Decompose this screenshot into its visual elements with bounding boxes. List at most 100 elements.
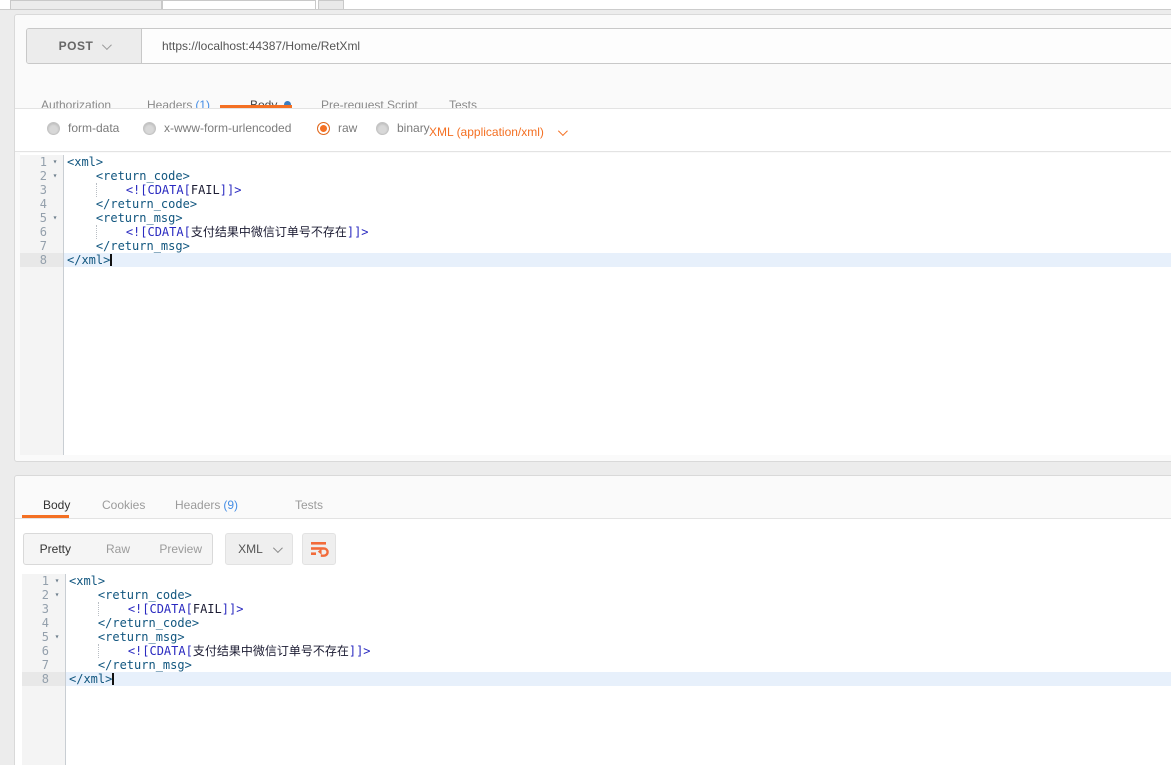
code-text[interactable]: <![CDATA[支付结果中微信订单号不存在]]> <box>66 644 1171 658</box>
gutter-cell: 7 <box>22 658 66 672</box>
line-number: 5 <box>22 630 49 644</box>
code-text[interactable]: <return_code> <box>66 588 1171 602</box>
new-tab-button[interactable] <box>318 0 344 9</box>
response-tab-body[interactable]: Body <box>43 498 70 512</box>
fold-spacer <box>49 602 65 616</box>
code-text[interactable]: <![CDATA[FAIL]]> <box>64 183 1171 197</box>
code-line: 7 </return_msg> <box>22 658 1171 672</box>
line-number: 7 <box>22 658 49 672</box>
content-type-dropdown[interactable]: XML (application/xml) <box>429 125 565 139</box>
fold-spacer <box>47 183 63 197</box>
code-text[interactable]: <return_code> <box>64 169 1171 183</box>
code-text[interactable]: <xml> <box>64 155 1171 169</box>
response-panel: Body Cookies Headers(9) Tests Pretty Raw… <box>14 475 1171 765</box>
line-number: 5 <box>20 211 47 225</box>
code-line: 4 </return_code> <box>22 616 1171 630</box>
fold-spacer <box>49 672 65 686</box>
radio-icon <box>143 122 156 135</box>
fold-arrow-icon[interactable]: ▾ <box>49 630 65 644</box>
radio-binary[interactable]: binary <box>376 121 430 135</box>
code-text[interactable]: <return_msg> <box>66 630 1171 644</box>
fold-spacer <box>49 658 65 672</box>
response-body-editor[interactable]: 1▾<xml>2▾ <return_code>3 <![CDATA[FAIL]]… <box>22 572 1171 765</box>
code-line: 6 <![CDATA[支付结果中微信订单号不存在]]> <box>20 225 1171 239</box>
fold-arrow-icon[interactable]: ▾ <box>47 211 63 225</box>
fold-arrow-icon[interactable]: ▾ <box>47 155 63 169</box>
line-number: 2 <box>22 588 49 602</box>
radio-icon <box>47 122 60 135</box>
request-body-editor[interactable]: 1▾<xml>2▾ <return_code>3 <![CDATA[FAIL]]… <box>20 153 1171 455</box>
radio-x-www-form-urlencoded[interactable]: x-www-form-urlencoded <box>143 121 291 135</box>
gutter-cell: 4 <box>20 197 64 211</box>
radio-selected-icon <box>317 122 330 135</box>
fold-arrow-icon[interactable]: ▾ <box>49 588 65 602</box>
response-headers-count-badge: (9) <box>223 498 238 512</box>
body-mode-row: form-data x-www-form-urlencoded raw bina… <box>15 109 1171 151</box>
gutter-cell: 1▾ <box>22 574 66 588</box>
divider <box>15 151 1171 152</box>
view-pretty-button[interactable]: Pretty <box>24 542 87 556</box>
code-line: 1▾<xml> <box>20 155 1171 169</box>
editor-filler <box>22 686 1171 765</box>
fold-spacer <box>49 616 65 630</box>
radio-icon <box>376 122 389 135</box>
chevron-down-icon <box>558 126 568 136</box>
response-language-dropdown[interactable]: XML <box>225 533 293 565</box>
gutter-cell: 6 <box>22 644 66 658</box>
url-input[interactable]: https://localhost:44387/Home/RetXml <box>142 29 1171 63</box>
view-raw-button[interactable]: Raw <box>87 542 150 556</box>
app-tab-bar <box>0 0 1171 10</box>
app-tab-active[interactable] <box>162 0 316 9</box>
code-text[interactable]: </xml> <box>64 253 1171 267</box>
code-text[interactable]: </return_code> <box>66 616 1171 630</box>
request-panel: POST https://localhost:44387/Home/RetXml… <box>14 14 1171 462</box>
radio-form-data[interactable]: form-data <box>47 121 119 135</box>
code-text[interactable]: <return_msg> <box>64 211 1171 225</box>
fold-spacer <box>47 197 63 211</box>
text-cursor <box>112 673 114 685</box>
line-number: 4 <box>22 616 49 630</box>
line-number: 7 <box>20 239 47 253</box>
fold-spacer <box>49 644 65 658</box>
code-text[interactable]: </xml> <box>66 672 1171 686</box>
line-number: 4 <box>20 197 47 211</box>
gutter-cell: 8 <box>22 672 66 686</box>
code-line: 5▾ <return_msg> <box>20 211 1171 225</box>
gutter-cell: 1▾ <box>20 155 64 169</box>
chevron-down-icon <box>273 543 283 553</box>
fold-arrow-icon[interactable]: ▾ <box>49 574 65 588</box>
code-line: 2▾ <return_code> <box>20 169 1171 183</box>
code-line: 4 </return_code> <box>20 197 1171 211</box>
line-number: 6 <box>22 644 49 658</box>
method-dropdown[interactable]: POST <box>27 29 142 63</box>
code-line: 8</xml> <box>20 253 1171 267</box>
code-text[interactable]: <xml> <box>66 574 1171 588</box>
line-number: 3 <box>22 602 49 616</box>
method-label: POST <box>59 39 94 53</box>
line-number: 8 <box>22 672 49 686</box>
fold-arrow-icon[interactable]: ▾ <box>47 169 63 183</box>
app-tab-inactive[interactable] <box>10 0 162 9</box>
code-text[interactable]: </return_msg> <box>64 239 1171 253</box>
fold-spacer <box>47 239 63 253</box>
gutter-cell: 7 <box>20 239 64 253</box>
gutter-cell: 8 <box>20 253 64 267</box>
gutter-cell: 3 <box>20 183 64 197</box>
response-tab-headers[interactable]: Headers(9) <box>175 498 238 512</box>
response-tab-tests[interactable]: Tests <box>295 498 323 512</box>
tab-bar-divider <box>0 9 1171 10</box>
postman-window: POST https://localhost:44387/Home/RetXml… <box>0 0 1171 765</box>
code-text[interactable]: </return_msg> <box>66 658 1171 672</box>
code-text[interactable]: <![CDATA[FAIL]]> <box>66 602 1171 616</box>
fold-spacer <box>47 225 63 239</box>
view-preview-button[interactable]: Preview <box>149 542 212 556</box>
radio-raw[interactable]: raw <box>317 121 357 135</box>
code-text[interactable]: <![CDATA[支付结果中微信订单号不存在]]> <box>64 225 1171 239</box>
line-number: 6 <box>20 225 47 239</box>
gutter-cell: 6 <box>20 225 64 239</box>
code-text[interactable]: </return_code> <box>64 197 1171 211</box>
code-line: 3 <![CDATA[FAIL]]> <box>20 183 1171 197</box>
gutter-cell: 3 <box>22 602 66 616</box>
response-tab-cookies[interactable]: Cookies <box>102 498 145 512</box>
wrap-text-button[interactable] <box>302 533 336 565</box>
